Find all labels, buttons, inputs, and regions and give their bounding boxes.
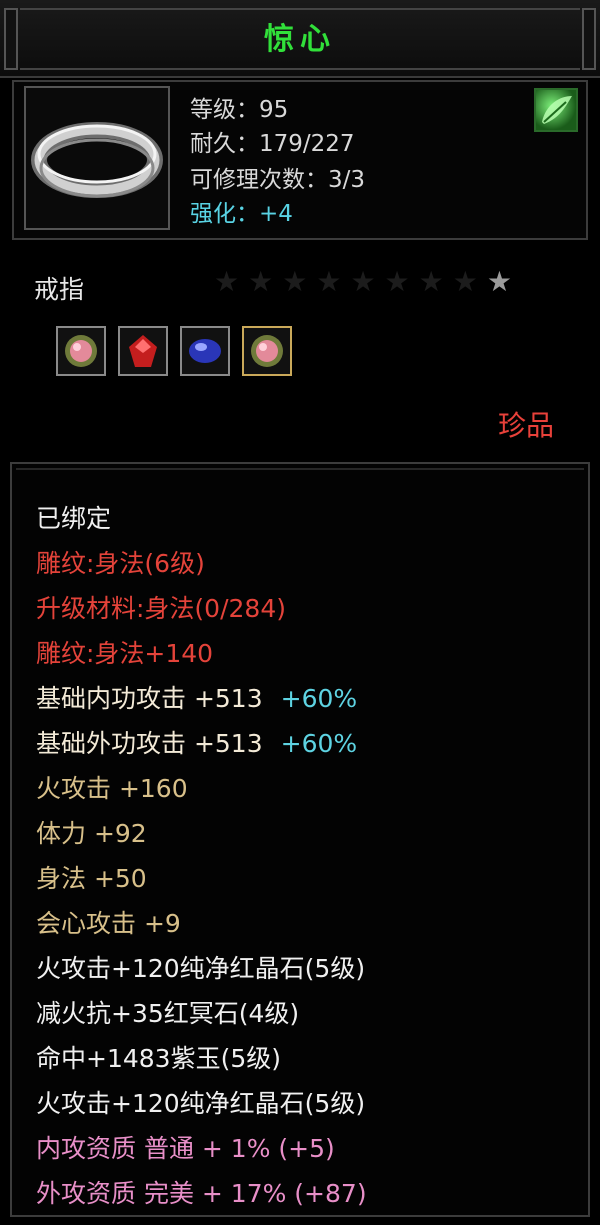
outer-attack-value: 基础外功攻击 +513: [36, 729, 263, 758]
gem-bonus-3: 命中+1483紫玉(5级): [36, 1044, 281, 1073]
stamina-attr: 体力 +92: [36, 819, 147, 848]
gem-slot-3[interactable]: [180, 326, 230, 376]
star-rating: ★ ★ ★ ★ ★ ★ ★ ★ ★: [214, 268, 512, 296]
ring-icon: [31, 122, 163, 198]
star-icon: ★: [452, 265, 478, 298]
bound-status: 已绑定: [36, 504, 112, 533]
gem-bonus-1: 火攻击+120纯净红晶石(5级): [36, 954, 366, 983]
outer-attack-attr: 基础外功攻击 +513 +60%: [36, 721, 367, 766]
outer-quality-attr: 外攻资质 完美 + 17% (+87): [36, 1179, 367, 1208]
green-leaf-icon: [534, 88, 578, 132]
inner-attack-percent: +60%: [280, 684, 358, 713]
repair-count-stat: 可修理次数：3/3: [190, 167, 366, 193]
gem-slot-4[interactable]: [242, 326, 292, 376]
star-icon: ★: [316, 265, 342, 298]
blue-gem-icon: [189, 339, 221, 363]
star-icon: ★: [214, 265, 240, 298]
gem-bonus-4: 火攻击+120纯净红晶石(5级): [36, 1089, 366, 1118]
star-icon: ★: [282, 265, 308, 298]
engrave-bonus-attr: 雕纹:身法+140: [36, 639, 214, 668]
panel-divider: [16, 468, 584, 470]
inner-attack-attr: 基础内功攻击 +513 +60%: [36, 676, 367, 721]
item-summary: 戒指 ★ ★ ★ ★ ★ ★ ★ ★ ★ 珍品: [0, 240, 600, 462]
gem-bonus-2: 减火抗+35红冥石(4级): [36, 999, 300, 1028]
agility-attr: 身法 +50: [36, 864, 147, 893]
item-header: 等级：95 耐久：179/227 可修理次数：3/3 强化：+4: [12, 80, 588, 240]
enhance-stat: 强化：+4: [190, 201, 293, 227]
star-icon: ★: [418, 265, 444, 298]
item-tooltip: 惊心 等级：95 耐久：179/227 可修理次数：3/3 强化：+4 戒指 ★…: [0, 0, 600, 1225]
star-icon: ★: [248, 265, 274, 298]
engrave-attr: 雕纹:身法(6级): [36, 549, 205, 578]
red-gem-icon: [129, 335, 157, 367]
item-icon-slot[interactable]: [24, 86, 170, 230]
star-icon: ★: [384, 265, 410, 298]
pink-gem-icon: [251, 335, 283, 367]
durability-stat: 耐久：179/227: [190, 131, 355, 157]
attribute-panel: 已绑定 雕纹:身法(6级) 升级材料:身法(0/284) 雕纹:身法+140 基…: [10, 462, 590, 1217]
star-icon: ★: [350, 265, 376, 298]
level-stat: 等级：95: [190, 97, 289, 123]
gem-slots: [56, 326, 292, 376]
item-type: 戒指: [34, 275, 85, 304]
rarity-label: 珍品: [497, 409, 554, 442]
fire-attack-attr: 火攻击 +160: [36, 774, 188, 803]
gem-slot-1[interactable]: [56, 326, 106, 376]
upgrade-material-attr: 升级材料:身法(0/284): [36, 594, 286, 623]
outer-attack-percent: +60%: [280, 729, 358, 758]
gem-slot-2[interactable]: [118, 326, 168, 376]
title-bar: 惊心: [0, 0, 600, 78]
inner-attack-value: 基础内功攻击 +513: [36, 684, 263, 713]
star-icon-lit: ★: [486, 265, 512, 298]
pink-gem-icon: [65, 335, 97, 367]
crit-attack-attr: 会心攻击 +9: [36, 909, 181, 938]
attribute-list: 已绑定 雕纹:身法(6级) 升级材料:身法(0/284) 雕纹:身法+140 基…: [36, 496, 367, 1216]
item-name: 惊心: [264, 22, 336, 57]
inner-quality-attr: 内攻资质 普通 + 1% (+5): [36, 1134, 335, 1163]
